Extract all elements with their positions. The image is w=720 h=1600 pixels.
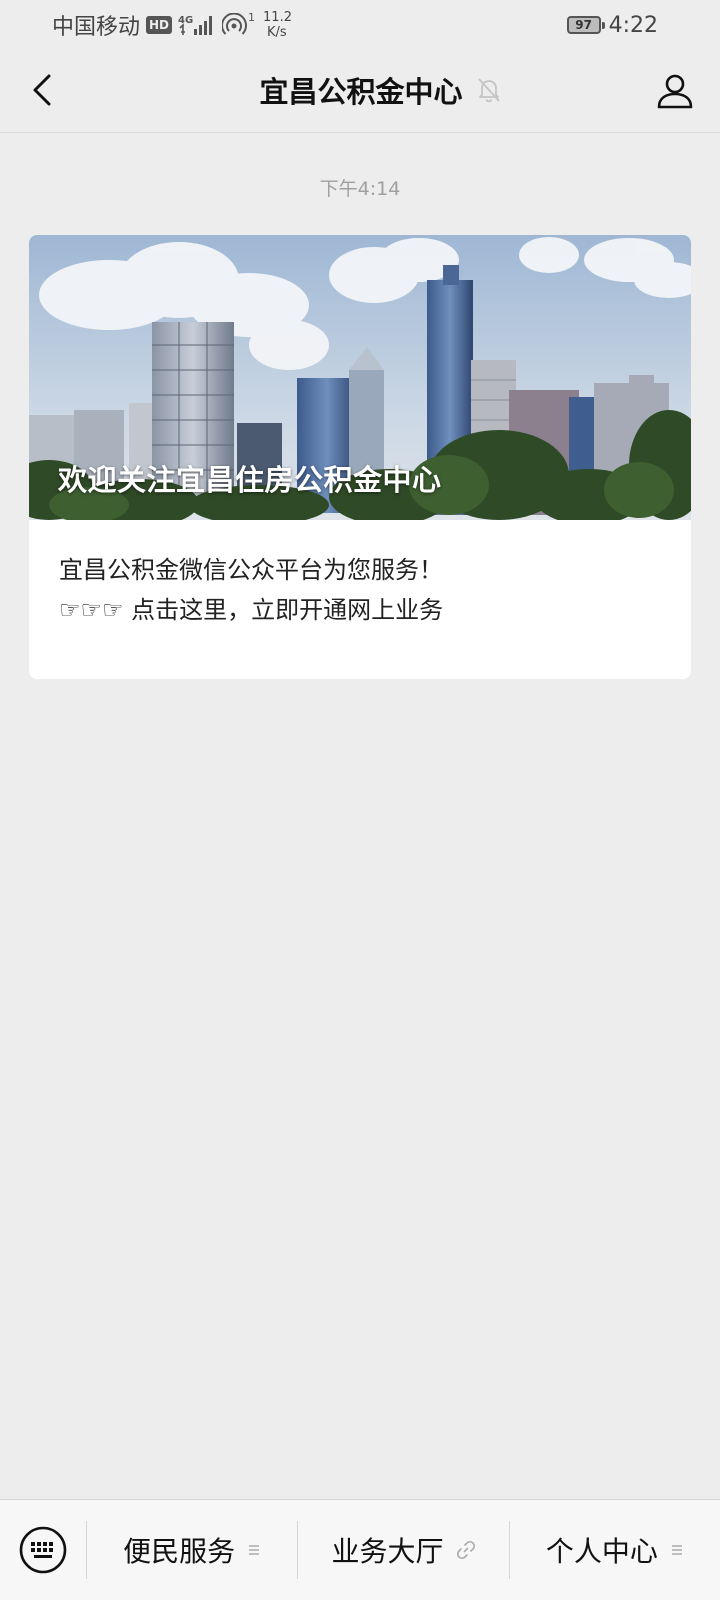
net-speed-value: 11.2 (263, 10, 292, 25)
page-title: 宜昌公积金中心 (259, 75, 463, 109)
status-time: 4:22 (608, 12, 658, 38)
status-right: 97 4:22 (566, 10, 658, 40)
menu-item-label: 业务大厅 (331, 1535, 444, 1568)
article-description-line: 宜昌公积金微信公众平台为您服务！ (59, 556, 443, 584)
status-bar: 中国移动 HD 4G 1 11.2 K/s 97 4:22 (0, 0, 720, 50)
menu-item-business-hall[interactable]: 业务大厅 (298, 1500, 508, 1600)
article-card[interactable]: 欢迎关注宜昌住房公积金中心 宜昌公积金微信公众平台为您服务！ ☞☞☞ 点击这里，… (29, 235, 691, 679)
hd-badge: HD (146, 16, 173, 34)
menu-item-label: 便民服务 (123, 1535, 236, 1568)
article-link-line[interactable]: ☞☞☞ 点击这里，立即开通网上业务 (59, 590, 661, 630)
battery-icon: 97 (566, 16, 605, 34)
bottom-menu: 便民服务 业务大厅 个人中心 (0, 1499, 720, 1600)
article-banner-title: 欢迎关注宜昌住房公积金中心 (58, 463, 442, 497)
net-speed-unit: K/s (267, 25, 287, 40)
menu-item-label: 个人中心 (545, 1535, 658, 1568)
keyboard-icon (19, 1526, 67, 1574)
nav-title-wrap: 宜昌公积金中心 (0, 68, 720, 112)
menu-item-personal-center[interactable]: 个人中心 (510, 1500, 720, 1600)
submenu-lines-icon (670, 1543, 684, 1557)
article-banner-image: 欢迎关注宜昌住房公积金中心 (29, 235, 691, 520)
status-left: 中国移动 HD 4G 1 11.2 K/s (52, 10, 292, 40)
article-body: 宜昌公积金微信公众平台为您服务！ ☞☞☞ 点击这里，立即开通网上业务 (29, 520, 691, 630)
signal-icon: 4G (178, 13, 216, 37)
keyboard-toggle-button[interactable] (0, 1500, 86, 1600)
person-icon (657, 74, 693, 109)
network-type-label: 4G (178, 15, 193, 26)
link-icon (456, 1540, 476, 1560)
message-timestamp: 下午4:14 (319, 178, 401, 200)
profile-button[interactable] (652, 68, 698, 114)
net-speed: 11.2 K/s (263, 10, 292, 40)
submenu-lines-icon (247, 1543, 261, 1557)
menu-item-convenience-services[interactable]: 便民服务 (87, 1500, 297, 1600)
hotspot-count: 1 (248, 11, 256, 24)
carrier-name: 中国移动 (52, 15, 141, 40)
hotspot-icon: 1 (222, 11, 256, 37)
nav-bar: 宜昌公积金中心 (0, 50, 720, 133)
bell-off-icon (477, 78, 500, 103)
